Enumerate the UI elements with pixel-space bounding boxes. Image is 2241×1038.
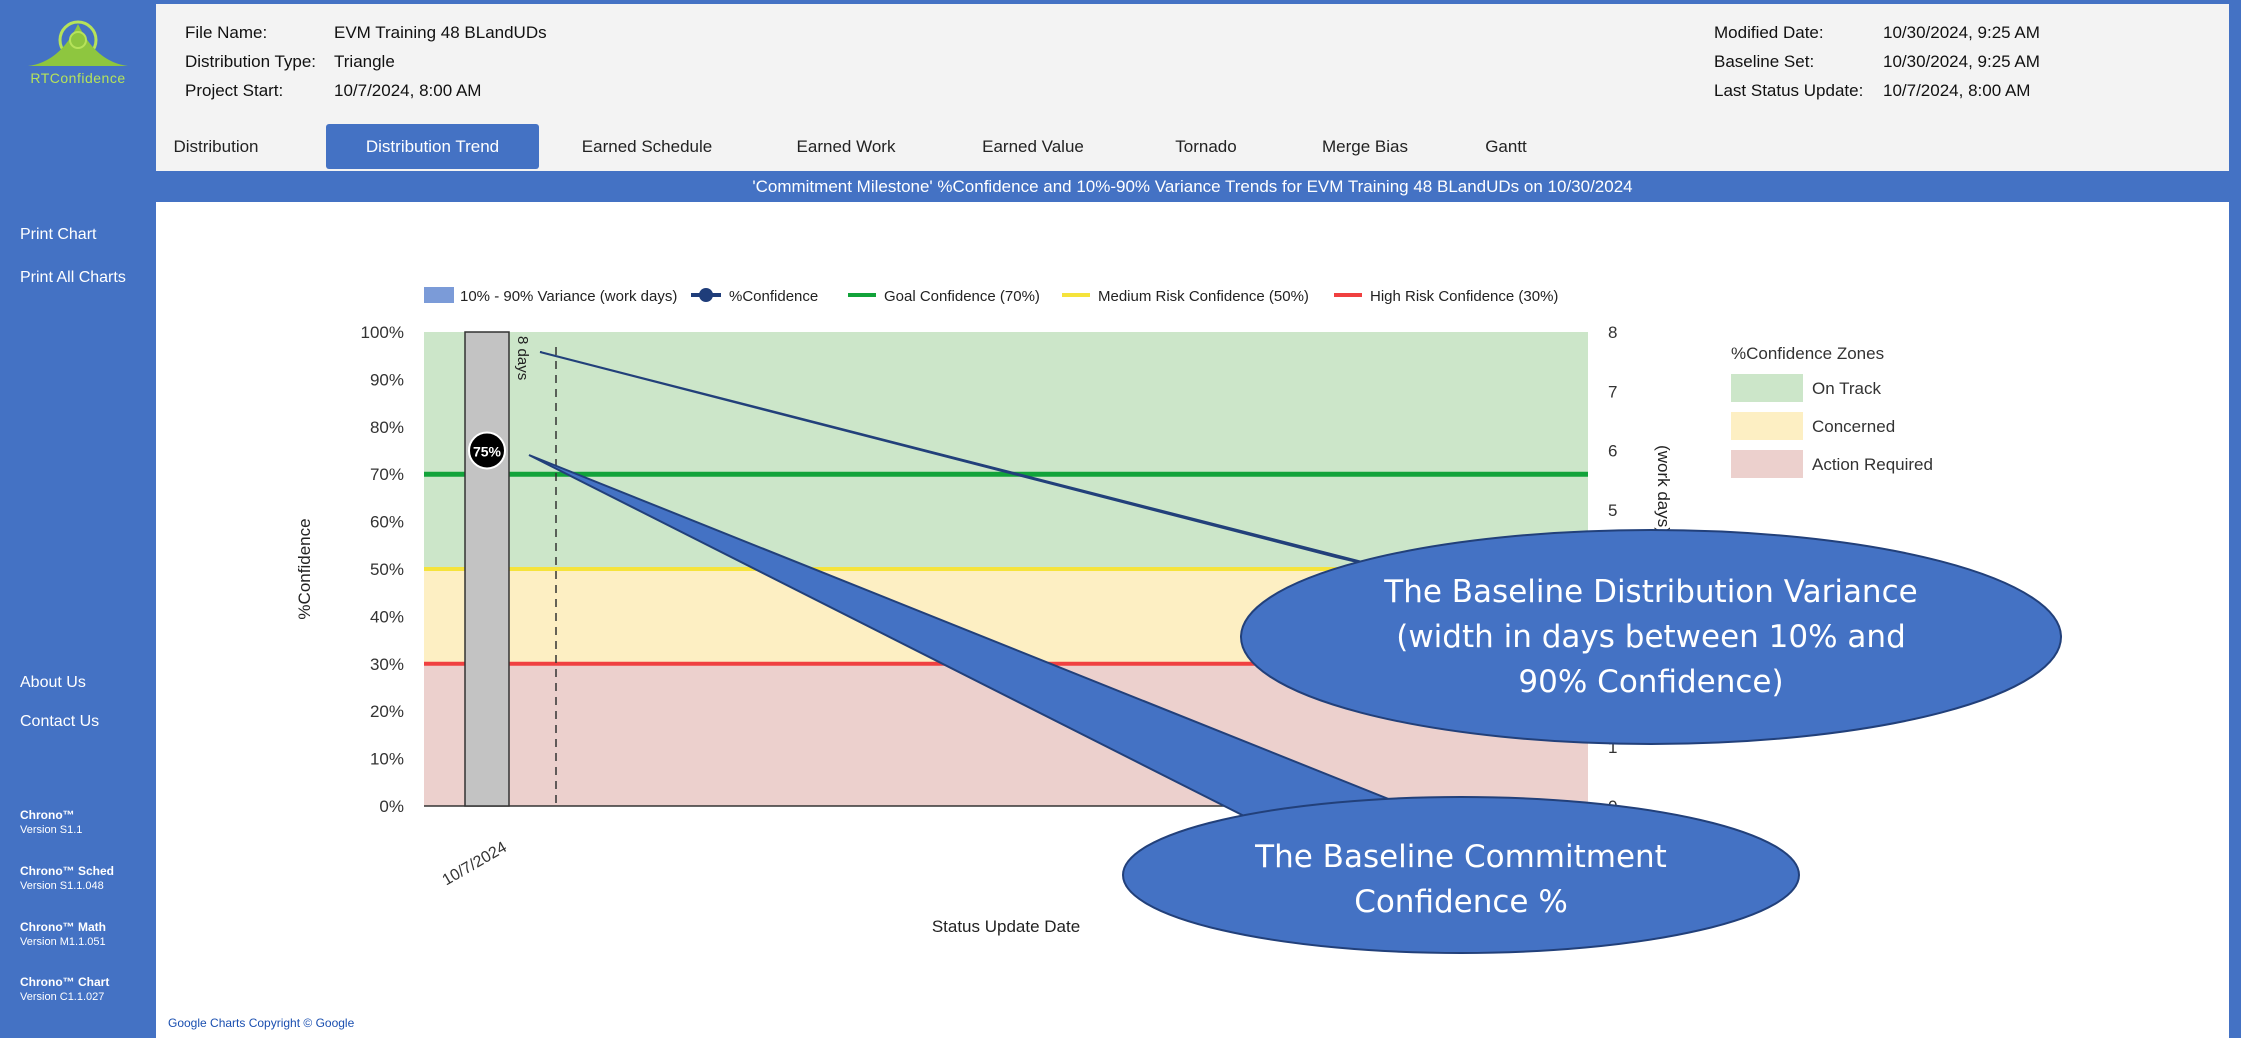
confidence-point-label: 75% [473, 444, 502, 460]
bar-data-label: 8 days [514, 336, 531, 380]
y2-tick-label: 8 [1608, 323, 1617, 342]
zone-label: Action Required [1812, 455, 1933, 474]
zone-swatch [1731, 412, 1803, 440]
tab-tornado[interactable]: Tornado [1156, 124, 1256, 169]
confidence-callout-text: The Baseline Commitment [1254, 839, 1667, 875]
version-name: Chrono™ Chart [20, 975, 110, 989]
tab-bar: Distribution Distribution Trend Earned S… [156, 122, 2229, 171]
zone-label: Concerned [1812, 417, 1895, 436]
file-name-value: EVM Training 48 BLandUDs [334, 23, 547, 42]
legend-label: High Risk Confidence (30%) [1370, 288, 1558, 305]
print-chart-link[interactable]: Print Chart [20, 226, 96, 244]
y-tick-label: 90% [370, 370, 404, 389]
legend-label: %Confidence [729, 288, 818, 305]
sidebar: RTConfidence Print Chart Print All Chart… [10, 4, 155, 1038]
tab-distribution-trend[interactable]: Distribution Trend [326, 124, 539, 169]
logo-text: RTConfidence [30, 70, 126, 86]
legend-label: Medium Risk Confidence (50%) [1098, 288, 1309, 305]
contact-us-link[interactable]: Contact Us [20, 713, 99, 731]
about-us-link[interactable]: About Us [20, 674, 86, 692]
file-name-label: File Name: [185, 23, 268, 42]
confidence-callout-bubble [1122, 796, 1800, 954]
chart-area: 100%90%80%70%60%50%40%30%20%10%0%8765432… [156, 202, 2229, 1038]
baseline-set-value: 10/30/2024, 9:25 AM [1883, 52, 2040, 71]
y-tick-label: 80% [370, 418, 404, 437]
zone-swatch [1731, 374, 1803, 402]
y2-tick-label: 5 [1608, 501, 1617, 520]
confidence-callout-text: Confidence % [1354, 884, 1568, 920]
legend-label: Goal Confidence (70%) [884, 288, 1040, 305]
y-tick-label: 70% [370, 465, 404, 484]
modified-date-value: 10/30/2024, 9:25 AM [1883, 23, 2040, 42]
project-start-value: 10/7/2024, 8:00 AM [334, 81, 482, 100]
distribution-type-value: Triangle [334, 52, 395, 71]
y-tick-label: 20% [370, 702, 404, 721]
variance-callout-text: (width in days between 10% and [1396, 619, 1906, 655]
print-all-charts-link[interactable]: Print All Charts [20, 269, 126, 287]
y-tick-label: 10% [370, 750, 404, 769]
y-tick-label: 40% [370, 607, 404, 626]
chart-title: 'Commitment Milestone' %Confidence and 1… [156, 171, 2229, 202]
zone-swatch [1731, 450, 1803, 478]
version-name: Chrono™ [20, 808, 75, 822]
modified-date-label: Modified Date: [1714, 23, 1824, 42]
y2-tick-label: 6 [1608, 442, 1617, 461]
baseline-set-label: Baseline Set: [1714, 52, 1815, 71]
variance-callout-text: 90% Confidence) [1518, 664, 1783, 700]
tab-earned-value[interactable]: Earned Value [968, 124, 1098, 169]
file-info-header: File Name: EVM Training 48 BLandUDs Dist… [156, 4, 2229, 122]
x-axis-title: Status Update Date [932, 917, 1080, 936]
y-tick-label: 50% [370, 560, 404, 579]
y-tick-label: 100% [361, 323, 404, 342]
variance-bar [464, 331, 510, 807]
version-number: Version S1.1.048 [20, 880, 104, 892]
logo: RTConfidence [20, 14, 136, 92]
last-status-update-label: Last Status Update: [1714, 81, 1864, 100]
last-status-update-value: 10/7/2024, 8:00 AM [1883, 81, 2031, 100]
x-tick-label: 10/7/2024 [440, 839, 510, 889]
version-name: Chrono™ Sched [20, 864, 115, 878]
legend-label: 10% - 90% Variance (work days) [460, 288, 677, 305]
logo-icon [28, 20, 128, 66]
tab-merge-bias[interactable]: Merge Bias [1305, 124, 1425, 169]
y-axis-title: %Confidence [295, 518, 314, 619]
legend-swatch [424, 287, 454, 303]
distribution-type-label: Distribution Type: [185, 52, 317, 71]
y-tick-label: 0% [379, 797, 404, 816]
project-start-label: Project Start: [185, 81, 284, 100]
y-tick-label: 60% [370, 513, 404, 532]
y-tick-label: 30% [370, 655, 404, 674]
zones-title: %Confidence Zones [1731, 344, 1884, 363]
y2-axis-title: (work days) [1654, 445, 1673, 533]
tab-earned-work[interactable]: Earned Work [781, 124, 911, 169]
tab-earned-schedule[interactable]: Earned Schedule [567, 124, 727, 169]
tab-gantt[interactable]: Gantt [1466, 124, 1546, 169]
trend-chart: 100%90%80%70%60%50%40%30%20%10%0%8765432… [295, 287, 2062, 954]
version-number: Version M1.1.051 [20, 936, 106, 948]
y2-tick-label: 7 [1608, 382, 1617, 401]
version-number: Version C1.1.027 [20, 991, 105, 1003]
tab-distribution[interactable]: Distribution [166, 124, 266, 169]
version-number: Version S1.1 [20, 824, 83, 836]
variance-callout-text: The Baseline Distribution Variance [1383, 574, 1917, 610]
legend-swatch [699, 288, 713, 302]
copyright-text: Google Charts Copyright © Google [168, 1016, 355, 1030]
zone-label: On Track [1812, 379, 1881, 398]
window-border [2229, 0, 2241, 1038]
version-name: Chrono™ Math [20, 920, 106, 934]
